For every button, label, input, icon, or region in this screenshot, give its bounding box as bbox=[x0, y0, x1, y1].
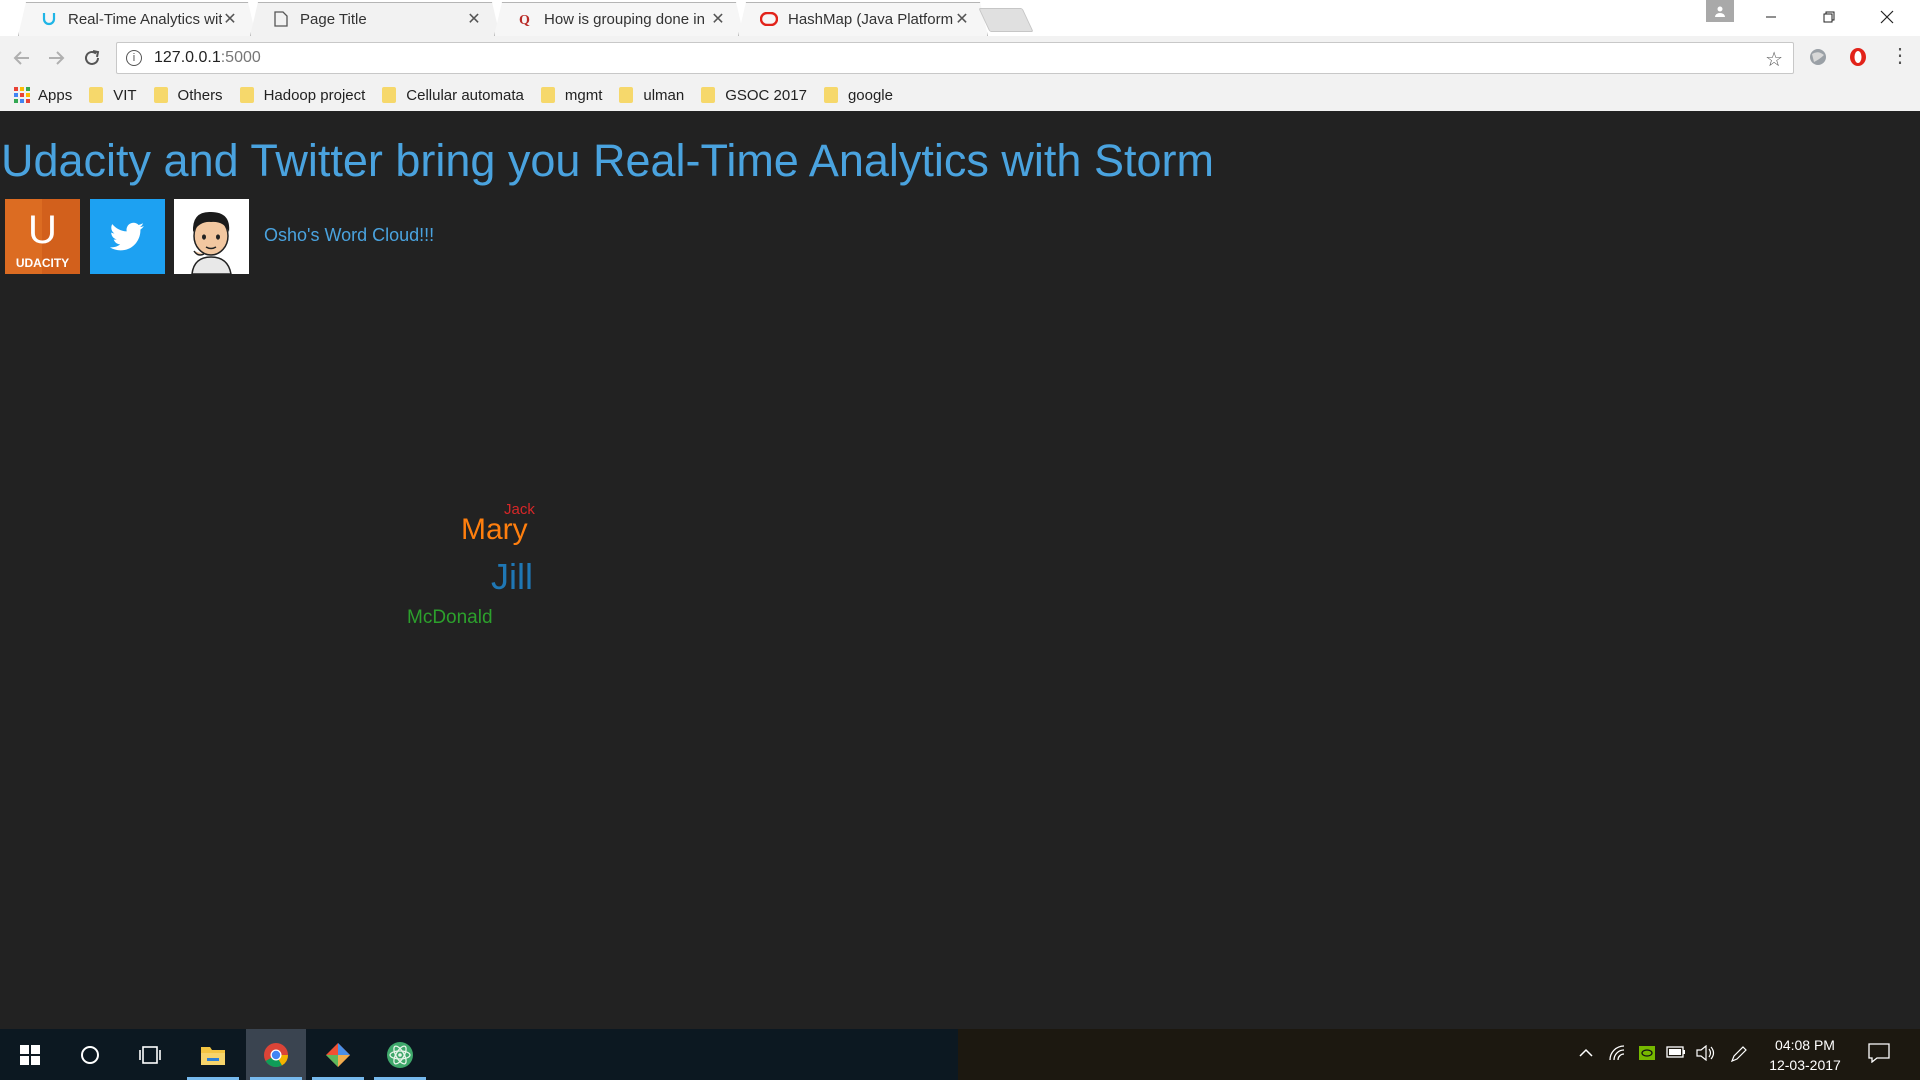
atom-editor-icon[interactable] bbox=[370, 1029, 430, 1080]
udacity-logo[interactable]: U UDACITY bbox=[5, 199, 80, 274]
bookmark-mgmt[interactable]: mgmt bbox=[540, 86, 603, 104]
bookmark-label: Apps bbox=[38, 86, 73, 104]
close-tab-icon[interactable]: ✕ bbox=[222, 9, 238, 29]
opera-icon[interactable] bbox=[1846, 45, 1870, 69]
oracle-favicon-icon bbox=[760, 10, 778, 28]
bookmark-cellular-automata[interactable]: Cellular automata bbox=[382, 87, 524, 104]
show-hidden-icons-icon[interactable] bbox=[1578, 1045, 1594, 1066]
folder-icon bbox=[619, 87, 634, 103]
minimize-icon[interactable] bbox=[1742, 0, 1800, 34]
svg-text:UDACITY: UDACITY bbox=[16, 256, 69, 270]
bookmark-label: Others bbox=[177, 86, 223, 104]
tab-strip: Real-Time Analytics with ✕ Page Title ✕ … bbox=[0, 0, 1920, 36]
reload-icon[interactable] bbox=[80, 46, 104, 70]
windows-start-icon[interactable] bbox=[0, 1029, 60, 1080]
twitter-logo[interactable] bbox=[90, 199, 165, 274]
bookmark-label: Hadoop project bbox=[263, 86, 366, 104]
wifi-icon[interactable] bbox=[1608, 1045, 1626, 1066]
bookmarks-bar: Apps VIT Others Hadoop project Cellular … bbox=[0, 80, 1920, 110]
bookmark-label: VIT bbox=[113, 86, 137, 104]
forward-arrow-icon[interactable] bbox=[44, 46, 68, 70]
folder-icon bbox=[239, 87, 254, 103]
git-kraken-icon[interactable] bbox=[308, 1029, 368, 1080]
tab-real-time-analytics[interactable]: Real-Time Analytics with ✕ bbox=[18, 2, 256, 36]
bookmark-label: Cellular automata bbox=[406, 86, 524, 104]
folder-icon bbox=[701, 87, 716, 103]
word-cloud-word-mcdonald: McDonald bbox=[407, 607, 493, 628]
volume-icon[interactable] bbox=[1696, 1044, 1716, 1066]
nvidia-icon[interactable] bbox=[1638, 1045, 1656, 1066]
word-cloud-word-jill: Jill bbox=[491, 556, 533, 597]
close-tab-icon[interactable]: ✕ bbox=[710, 9, 726, 29]
profile-avatar-icon[interactable] bbox=[1706, 0, 1734, 22]
bookmark-label: mgmt bbox=[564, 86, 603, 104]
tab-hashmap-java[interactable]: HashMap (Java Platform ✕ bbox=[738, 2, 988, 36]
folder-icon bbox=[153, 87, 168, 103]
bookmark-ulman[interactable]: ulman bbox=[619, 87, 684, 104]
chrome-taskbar-icon[interactable] bbox=[246, 1029, 306, 1080]
battery-icon[interactable] bbox=[1666, 1045, 1686, 1064]
word-cloud-link[interactable]: Osho's Word Cloud!!! bbox=[264, 225, 434, 246]
tab-title: Real-Time Analytics with bbox=[68, 10, 222, 28]
more-options-icon[interactable]: ⋮ bbox=[1890, 46, 1910, 66]
file-explorer-icon[interactable] bbox=[183, 1029, 243, 1080]
bookmark-label: ulman bbox=[643, 86, 685, 104]
task-view-icon[interactable] bbox=[120, 1029, 180, 1080]
avatar[interactable] bbox=[174, 199, 249, 275]
close-window-icon[interactable] bbox=[1858, 0, 1916, 34]
restore-icon[interactable] bbox=[1800, 0, 1858, 34]
web-page: Udacity and Twitter bring you Real-Time … bbox=[0, 111, 1920, 1029]
word-cloud-word-mary: Mary bbox=[461, 513, 528, 546]
extension-globe-icon[interactable] bbox=[1806, 45, 1830, 69]
tab-quora-grouping[interactable]: Q How is grouping done in ✕ bbox=[494, 2, 744, 36]
tab-title: HashMap (Java Platform bbox=[788, 10, 954, 28]
quora-favicon-icon: Q bbox=[516, 10, 534, 28]
bookmark-apps[interactable]: Apps bbox=[0, 87, 72, 104]
back-arrow-icon[interactable] bbox=[10, 46, 34, 70]
bookmark-label: google bbox=[847, 86, 893, 104]
clock-date: 12-03-2017 bbox=[1769, 1057, 1841, 1073]
pen-workspace-icon[interactable] bbox=[1730, 1045, 1748, 1068]
tab-title: How is grouping done in bbox=[544, 10, 705, 28]
udacity-favicon-icon bbox=[40, 10, 58, 28]
action-center-icon[interactable] bbox=[1868, 1043, 1890, 1068]
bookmark-vit[interactable]: VIT bbox=[89, 86, 137, 104]
page-icon bbox=[272, 10, 290, 28]
bookmark-star-icon[interactable]: ☆ bbox=[1765, 47, 1783, 72]
apps-grid-icon bbox=[14, 87, 30, 103]
taskbar-clock[interactable]: 04:08 PM 12-03-2017 bbox=[1760, 1035, 1850, 1075]
cortana-search-icon[interactable] bbox=[60, 1029, 120, 1080]
tab-title: Page Title bbox=[300, 10, 367, 28]
info-icon[interactable]: i bbox=[126, 50, 142, 66]
folder-icon bbox=[89, 87, 104, 103]
folder-icon bbox=[540, 87, 555, 103]
address-url: 127.0.0.1:5000 bbox=[154, 49, 261, 66]
browser-chrome: Real-Time Analytics with ✕ Page Title ✕ … bbox=[0, 0, 1920, 111]
svg-text:Q: Q bbox=[519, 13, 530, 27]
taskbar: 04:08 PM 12-03-2017 bbox=[0, 1029, 1920, 1080]
bookmark-hadoop-project[interactable]: Hadoop project bbox=[239, 86, 366, 104]
bookmark-gsoc-2017[interactable]: GSOC 2017 bbox=[701, 87, 807, 104]
bookmark-google[interactable]: google bbox=[823, 86, 893, 104]
folder-icon bbox=[823, 87, 838, 103]
bookmark-others[interactable]: Others bbox=[153, 86, 223, 104]
folder-icon bbox=[382, 87, 397, 103]
close-tab-icon[interactable]: ✕ bbox=[466, 9, 482, 29]
clock-time: 04:08 PM bbox=[1775, 1037, 1835, 1053]
toolbar: i 127.0.0.1:5000 ☆ ⋮ bbox=[0, 36, 1920, 80]
page-heading: Udacity and Twitter bring you Real-Time … bbox=[1, 135, 1214, 186]
bookmark-label: GSOC 2017 bbox=[725, 86, 807, 104]
address-bar[interactable]: i 127.0.0.1:5000 ☆ bbox=[116, 42, 1794, 74]
tab-page-title[interactable]: Page Title ✕ bbox=[250, 2, 500, 36]
svg-text:U: U bbox=[28, 208, 57, 252]
close-tab-icon[interactable]: ✕ bbox=[954, 9, 970, 29]
